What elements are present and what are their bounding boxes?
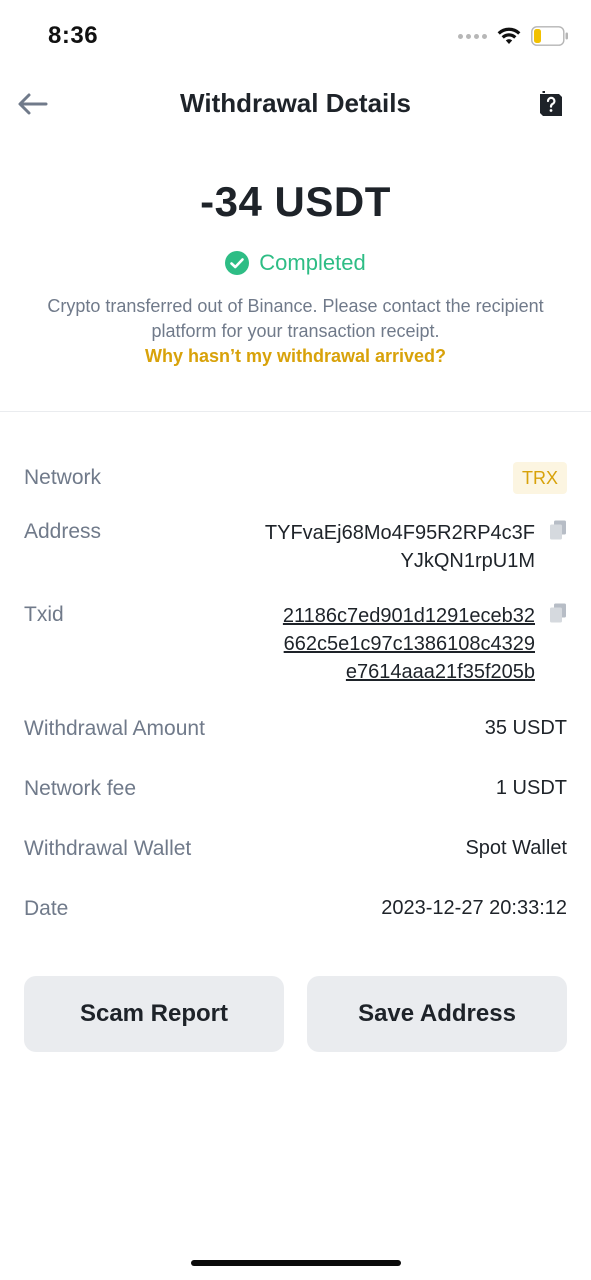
address-line: TYFvaEj68Mo4F95R2RP4c3F: [264, 522, 535, 544]
scam-report-button[interactable]: Scam Report: [24, 976, 284, 1052]
network-fee-value: 1 USDT: [495, 777, 567, 799]
network-label: Network: [24, 466, 102, 489]
status-time: 8:36: [48, 22, 99, 49]
txid-line[interactable]: 662c5e1c97c1386108c4329: [283, 630, 535, 658]
info-message: Crypto transferred out of Binance. Pleas…: [47, 296, 544, 341]
status-indicators: [458, 26, 569, 46]
txid-value-link[interactable]: 21186c7ed901d1291eceb32 662c5e1c97c13861…: [283, 602, 535, 686]
copy-address-icon[interactable]: [549, 520, 567, 540]
withdrawal-help-link[interactable]: Why hasn’t my withdrawal arrived?: [0, 346, 591, 367]
status-bar: 8:36: [0, 0, 591, 72]
copy-txid-icon[interactable]: [549, 603, 567, 623]
help-document-icon: [540, 91, 562, 116]
network-fee-label: Network fee: [24, 777, 137, 800]
withdrawal-amount-heading: -34 USDT: [200, 178, 391, 225]
save-address-button[interactable]: Save Address: [307, 976, 567, 1052]
withdrawal-wallet-label: Withdrawal Wallet: [24, 837, 192, 860]
help-button[interactable]: [537, 90, 565, 120]
status-label: Completed: [259, 250, 366, 275]
address-line: YJkQN1rpU1M: [400, 550, 535, 572]
wifi-icon: [497, 27, 521, 44]
signal-dots-icon: [458, 33, 487, 39]
date-value: 2023-12-27 20:33:12: [381, 897, 567, 919]
withdrawal-amount-label: Withdrawal Amount: [24, 717, 205, 740]
withdrawal-wallet-value: Spot Wallet: [465, 837, 567, 859]
check-circle-icon: [225, 251, 250, 275]
address-value: TYFvaEj68Mo4F95R2RP4c3F YJkQN1rpU1M: [265, 519, 535, 575]
address-label: Address: [24, 520, 102, 543]
date-label: Date: [24, 897, 69, 920]
txid-line[interactable]: e7614aaa21f35f205b: [283, 658, 535, 686]
home-indicator[interactable]: [191, 1260, 401, 1266]
txid-line[interactable]: 21186c7ed901d1291eceb32: [283, 602, 535, 630]
battery-icon: [531, 26, 568, 46]
header: Withdrawal Details: [0, 72, 591, 136]
status-row: Completed: [0, 250, 591, 276]
txid-label: Txid: [24, 603, 64, 626]
withdrawal-amount-value: 35 USDT: [484, 717, 567, 739]
section-divider: [0, 411, 591, 412]
page-title: Withdrawal Details: [180, 88, 411, 118]
network-badge: TRX: [513, 462, 567, 494]
